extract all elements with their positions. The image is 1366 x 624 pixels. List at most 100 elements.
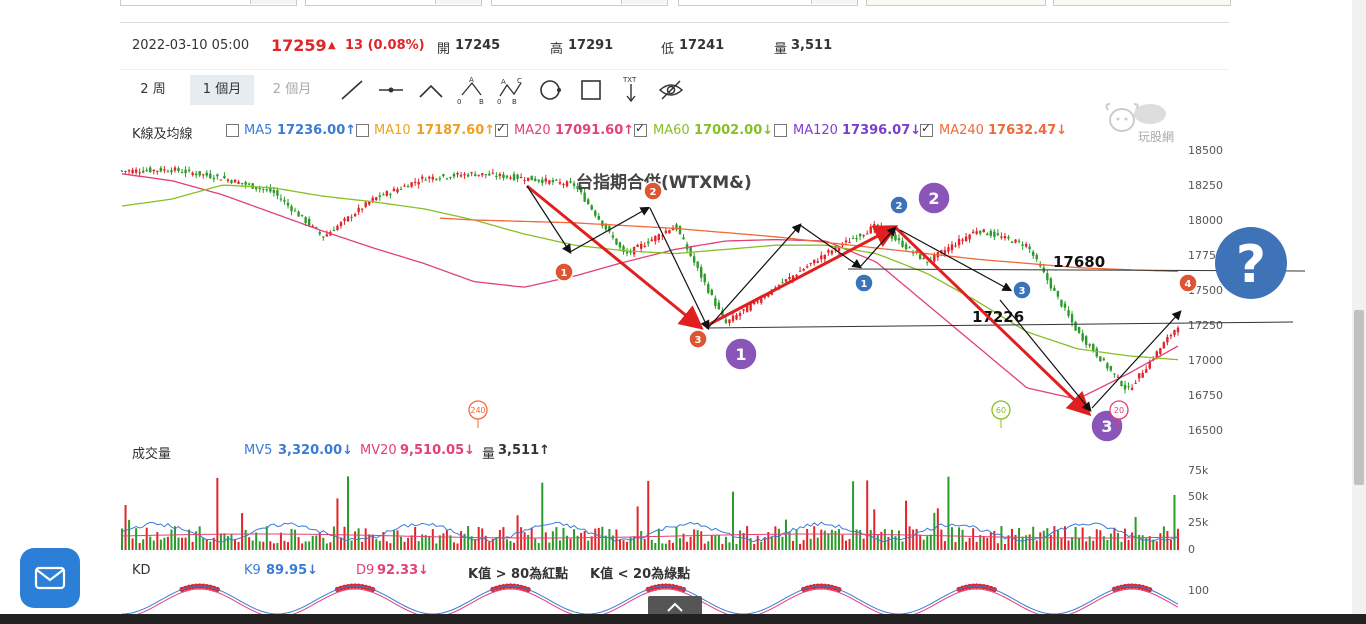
candle-body: [1120, 381, 1123, 387]
candle-body: [350, 216, 353, 218]
candle-body: [657, 234, 661, 240]
contact-mail-button[interactable]: [20, 548, 80, 608]
volume-bar: [996, 543, 999, 550]
volume-bar: [456, 543, 459, 550]
volume-bar: [1155, 541, 1158, 550]
volume-bar: [336, 498, 339, 550]
volume-bar: [435, 543, 438, 550]
volume-bar: [1173, 494, 1176, 550]
volume-bar: [202, 537, 205, 550]
candle-body: [156, 170, 159, 172]
candle-body: [586, 199, 590, 205]
candle-body: [639, 243, 643, 249]
volume-bar: [527, 534, 530, 550]
volume-bar: [1003, 543, 1006, 550]
candle-body: [1127, 386, 1130, 388]
volume-bar: [841, 534, 844, 550]
candle-body: [1088, 344, 1091, 346]
candle-body: [1141, 372, 1144, 378]
price-chart[interactable]: 1850018250180001775017500172501700016750…: [0, 0, 1366, 624]
candle-body: [682, 237, 685, 240]
candle-body: [293, 210, 297, 212]
candle-body: [1000, 236, 1003, 238]
candle-body: [827, 250, 830, 253]
candle-body: [1014, 239, 1017, 243]
candle-body: [1102, 358, 1106, 361]
volume-bar: [442, 533, 445, 550]
volume-bar: [813, 526, 816, 550]
candle-body: [569, 181, 572, 183]
candle-body: [1084, 336, 1088, 345]
volume-bar: [385, 541, 388, 550]
volume-bar: [1120, 541, 1123, 550]
volume-bar: [173, 526, 176, 550]
candle-body: [491, 172, 495, 174]
volume-bar: [1035, 540, 1038, 550]
volume-bar: [675, 526, 678, 550]
candle-body: [714, 298, 717, 306]
candle-body: [406, 186, 410, 188]
volume-bar: [975, 541, 978, 550]
candle-body: [1035, 254, 1038, 260]
candle-body: [1046, 273, 1049, 281]
candle-body: [565, 181, 569, 187]
volume-bar: [982, 536, 985, 550]
candle-body: [1003, 235, 1007, 239]
volume-bar: [806, 528, 809, 550]
candle-body: [1116, 376, 1120, 378]
volume-bar: [717, 534, 720, 550]
candle-body: [742, 309, 745, 311]
volume-bar: [128, 519, 131, 550]
volume-bar: [537, 542, 540, 550]
ma-badge-label: 60: [996, 406, 1006, 415]
candle-body: [216, 174, 219, 177]
candle-body: [226, 179, 230, 182]
candle-body: [904, 244, 908, 250]
volume-bar: [181, 537, 184, 550]
volume-bar: [693, 529, 696, 550]
candle-body: [678, 226, 682, 235]
candle-body: [495, 176, 498, 178]
volume-bar: [668, 540, 671, 550]
page-scrollbar[interactable]: [1352, 0, 1366, 614]
candle-body: [664, 230, 668, 233]
candle-body: [360, 208, 364, 210]
volume-bar: [1078, 538, 1081, 550]
volume-bar: [361, 541, 364, 550]
volume-bar: [378, 540, 381, 550]
volume-bar: [452, 542, 455, 550]
volume-bar: [1138, 534, 1141, 550]
volume-bar: [396, 530, 399, 550]
candle-body: [396, 189, 399, 193]
volume-bar: [230, 534, 233, 550]
volume-bar: [347, 476, 350, 550]
volume-bar: [710, 535, 713, 550]
candle-body: [848, 241, 851, 243]
kd-note-red: K值 > 80為紅點: [468, 567, 569, 582]
volume-bar: [301, 543, 304, 550]
scrollbar-thumb[interactable]: [1354, 310, 1364, 485]
volume-bar: [993, 530, 996, 550]
candle-body: [488, 173, 491, 176]
volume-bar: [460, 531, 463, 550]
candle-body: [159, 167, 163, 172]
candle-body: [894, 234, 897, 241]
candle-body: [979, 230, 982, 234]
volume-bar: [562, 527, 565, 550]
candle-body: [643, 245, 646, 248]
volume-bar: [544, 532, 547, 550]
candle-body: [707, 284, 710, 293]
candle-body: [484, 174, 487, 176]
candle-body: [551, 180, 555, 182]
candle-body: [1130, 387, 1134, 390]
wave-marker-label: 3: [1019, 286, 1026, 297]
candle-body: [823, 254, 827, 260]
candle-body: [1123, 384, 1127, 390]
volume-bar: [650, 539, 653, 550]
volume-bar: [958, 527, 961, 550]
candle-body: [795, 274, 798, 277]
candle-body: [572, 183, 576, 186]
d9-label: D9: [356, 563, 375, 578]
volume-bar: [954, 542, 957, 550]
volume-bar: [166, 536, 169, 550]
